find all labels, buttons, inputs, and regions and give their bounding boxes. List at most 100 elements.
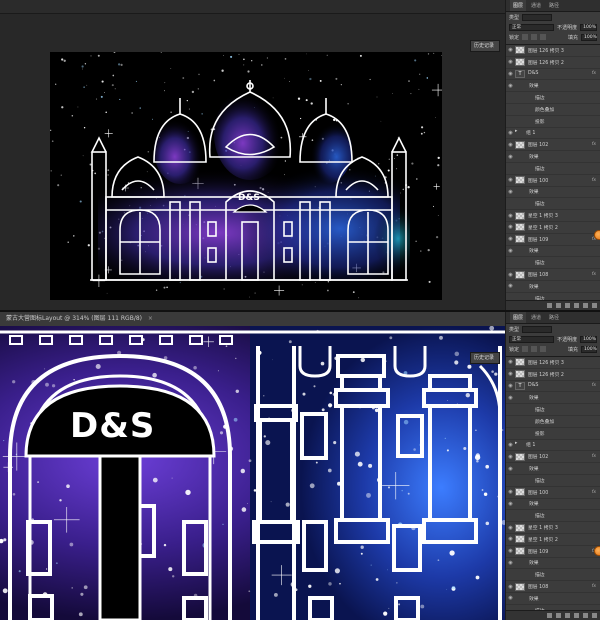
- trash-icon[interactable]: [592, 303, 597, 308]
- layer-row[interactable]: ◉ 效果: [506, 463, 600, 475]
- fx-badge[interactable]: fx: [592, 584, 596, 589]
- layer-row[interactable]: 投影: [506, 116, 600, 128]
- visibility-eye-icon[interactable]: ◉: [506, 371, 515, 377]
- visibility-eye-icon[interactable]: ◉: [506, 189, 515, 195]
- opacity-input[interactable]: 100%: [580, 23, 597, 31]
- document-tab[interactable]: 蒙古大营图标Layout @ 314% (图层 111 RGB/8) ×: [0, 312, 505, 326]
- fill-input[interactable]: 100%: [581, 33, 597, 41]
- visibility-eye-icon[interactable]: ◉: [506, 548, 515, 554]
- layer-row[interactable]: ◉ 效果: [506, 281, 600, 293]
- link-layers-icon[interactable]: [547, 303, 552, 308]
- visibility-eye-icon[interactable]: ◉: [506, 383, 515, 389]
- layer-row[interactable]: ◉ 效果: [506, 151, 600, 163]
- zoomed-canvas[interactable]: D&S: [0, 326, 505, 620]
- visibility-eye-icon[interactable]: ◉: [506, 154, 515, 160]
- fx-badge[interactable]: fx: [592, 71, 596, 76]
- visibility-eye-icon[interactable]: ◉: [506, 395, 515, 401]
- new-layer-icon[interactable]: [583, 303, 588, 308]
- visibility-eye-icon[interactable]: ◉: [506, 536, 515, 542]
- visibility-eye-icon[interactable]: ◉: [506, 130, 515, 136]
- layer-row[interactable]: ◉ 效果: [506, 499, 600, 511]
- opacity-input[interactable]: 100%: [580, 335, 597, 343]
- visibility-eye-icon[interactable]: ◉: [506, 236, 515, 242]
- blend-mode-select[interactable]: 正常: [509, 23, 555, 31]
- layer-row[interactable]: ◉ 星空 1 拷贝 2: [506, 222, 600, 234]
- document-area[interactable]: D&S: [0, 14, 505, 310]
- layer-row[interactable]: ◉ 星空 1 拷贝 3: [506, 522, 600, 534]
- kind-filter-dropdown[interactable]: [522, 325, 553, 333]
- layer-row[interactable]: ◉ T D&S fx: [506, 381, 600, 393]
- fx-badge[interactable]: fx: [592, 490, 596, 495]
- layer-row[interactable]: 颜色叠加: [506, 416, 600, 428]
- tab-channels[interactable]: 通道: [528, 0, 544, 11]
- tab-channels[interactable]: 通道: [528, 312, 544, 323]
- tab-paths[interactable]: 路径: [546, 312, 562, 323]
- visibility-eye-icon[interactable]: ◉: [506, 489, 515, 495]
- link-layers-icon[interactable]: [547, 613, 552, 618]
- fx-badge[interactable]: fx: [592, 383, 596, 388]
- visibility-eye-icon[interactable]: ◉: [506, 560, 515, 566]
- kind-filter-label[interactable]: 类型: [509, 14, 519, 21]
- layer-row[interactable]: ◉ 星空 1 拷贝 3: [506, 210, 600, 222]
- layer-row[interactable]: ◉ 图层 100 fx: [506, 175, 600, 187]
- new-group-icon[interactable]: [574, 613, 579, 618]
- layer-row[interactable]: 颜色叠加: [506, 104, 600, 116]
- visibility-eye-icon[interactable]: ◉: [506, 272, 515, 278]
- layer-row[interactable]: ◉ ▸ 组 1: [506, 128, 600, 140]
- visibility-eye-icon[interactable]: ◉: [506, 283, 515, 289]
- layer-row[interactable]: ◉ 效果: [506, 187, 600, 199]
- tab-paths[interactable]: 路径: [546, 0, 562, 11]
- layer-row[interactable]: ◉ 图层 126 拷贝 2: [506, 57, 600, 69]
- visibility-eye-icon[interactable]: ◉: [506, 454, 515, 460]
- layer-row[interactable]: ◉ 图层 100 fx: [506, 487, 600, 499]
- layer-row[interactable]: 描边: [506, 163, 600, 175]
- visibility-eye-icon[interactable]: ◉: [506, 442, 515, 448]
- layer-row[interactable]: 投影: [506, 428, 600, 440]
- layer-row[interactable]: ◉ 效果: [506, 593, 600, 605]
- visibility-eye-icon[interactable]: ◉: [506, 213, 515, 219]
- visibility-eye-icon[interactable]: ◉: [506, 59, 515, 65]
- visibility-eye-icon[interactable]: ◉: [506, 584, 515, 590]
- lock-position-icon[interactable]: [531, 346, 538, 352]
- layer-row[interactable]: ◉ 图层 102 fx: [506, 139, 600, 152]
- layer-row[interactable]: ◉ 效果: [506, 80, 600, 93]
- layer-row[interactable]: ◉ 图层 126 拷贝 2: [506, 369, 600, 381]
- visibility-eye-icon[interactable]: ◉: [506, 47, 515, 53]
- new-group-icon[interactable]: [574, 303, 579, 308]
- add-style-icon[interactable]: [556, 613, 561, 618]
- visibility-eye-icon[interactable]: ◉: [506, 595, 515, 601]
- layer-row[interactable]: 描边: [506, 404, 600, 416]
- add-mask-icon[interactable]: [565, 613, 570, 618]
- layer-row[interactable]: ◉ 星空 1 拷贝 2: [506, 534, 600, 546]
- layer-row[interactable]: ◉ 效果: [506, 246, 600, 258]
- fx-badge[interactable]: fx: [592, 178, 596, 183]
- layer-row[interactable]: ◉ 图层 126 拷贝 3: [506, 45, 600, 57]
- add-style-icon[interactable]: [556, 303, 561, 308]
- close-tab-icon[interactable]: ×: [148, 312, 153, 326]
- visibility-eye-icon[interactable]: ◉: [506, 224, 515, 230]
- trash-icon[interactable]: [592, 613, 597, 618]
- visibility-eye-icon[interactable]: ◉: [506, 71, 515, 77]
- layer-row[interactable]: 描边: [506, 475, 600, 487]
- visibility-eye-icon[interactable]: ◉: [506, 177, 515, 183]
- layer-row[interactable]: ◉图层 109fx: [506, 234, 600, 246]
- fx-badge[interactable]: fx: [592, 142, 596, 147]
- fill-input[interactable]: 100%: [581, 345, 597, 353]
- fx-badge[interactable]: fx: [592, 272, 596, 277]
- tab-layers[interactable]: 图层: [510, 0, 527, 11]
- lock-pixels-icon[interactable]: [522, 34, 529, 40]
- lock-position-icon[interactable]: [531, 34, 538, 40]
- lock-all-icon[interactable]: [540, 346, 547, 352]
- history-panel-chip-zoomed[interactable]: 历史记录: [470, 352, 500, 364]
- layer-row[interactable]: ◉图层 109fx: [506, 546, 600, 558]
- kind-filter-dropdown[interactable]: [522, 13, 553, 21]
- visibility-eye-icon[interactable]: ◉: [506, 501, 515, 507]
- kind-filter-label[interactable]: 类型: [509, 326, 519, 333]
- add-mask-icon[interactable]: [565, 303, 570, 308]
- blend-mode-select[interactable]: 正常: [509, 335, 555, 343]
- history-panel-chip[interactable]: 历史记录: [470, 40, 500, 52]
- lock-all-icon[interactable]: [540, 34, 547, 40]
- visibility-eye-icon[interactable]: ◉: [506, 248, 515, 254]
- layer-row[interactable]: ◉ 图层 108 fx: [506, 269, 600, 281]
- floating-orange-button-zoomed[interactable]: [594, 546, 600, 556]
